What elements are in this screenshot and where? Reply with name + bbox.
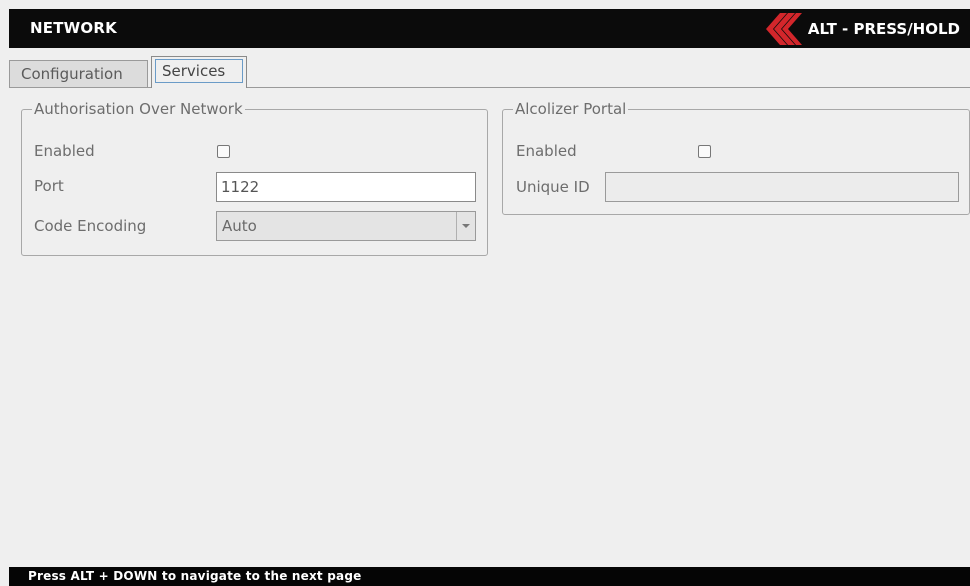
footer-hint: Press ALT + DOWN to navigate to the next… — [9, 567, 970, 586]
alt-press-hold-label: ALT - PRESS/HOLD — [807, 19, 960, 38]
tab-configuration-label: Configuration — [21, 65, 123, 83]
dropdown-button[interactable] — [456, 212, 475, 240]
unique-id-label: Unique ID — [516, 178, 590, 196]
title-bar: NETWORK ALT - PRESS/HOLD — [9, 9, 970, 48]
alcolizer-legend: Alcolizer Portal — [513, 99, 629, 119]
authorisation-legend: Authorisation Over Network — [32, 99, 245, 119]
port-label: Port — [34, 177, 64, 195]
alcolizer-portal-group: Alcolizer Portal Enabled Unique ID — [502, 99, 970, 215]
code-encoding-value: Auto — [222, 217, 257, 235]
app-window: NETWORK ALT - PRESS/HOLD Configuration S… — [9, 9, 970, 586]
tab-configuration[interactable]: Configuration — [9, 60, 148, 87]
tab-services-label: Services — [162, 62, 226, 80]
auth-enabled-checkbox[interactable] — [217, 145, 230, 158]
port-input[interactable]: 1122 — [216, 172, 476, 202]
chevron-down-icon — [462, 224, 470, 228]
red-chevron-icon — [765, 12, 802, 45]
alcolizer-enabled-checkbox[interactable] — [698, 145, 711, 158]
authorisation-over-network-group: Authorisation Over Network Enabled Port … — [21, 99, 488, 256]
tab-services[interactable]: Services — [151, 56, 247, 88]
tab-bar: Configuration Services — [9, 56, 970, 88]
tab-services-focus: Services — [155, 59, 243, 83]
page-title: NETWORK — [30, 19, 117, 37]
auth-enabled-label: Enabled — [34, 142, 95, 160]
unique-id-input[interactable] — [605, 172, 959, 202]
code-encoding-select[interactable]: Auto — [216, 211, 476, 241]
code-encoding-label: Code Encoding — [34, 217, 147, 235]
alt-indicator: ALT - PRESS/HOLD — [765, 9, 960, 48]
alcolizer-enabled-label: Enabled — [516, 142, 577, 160]
